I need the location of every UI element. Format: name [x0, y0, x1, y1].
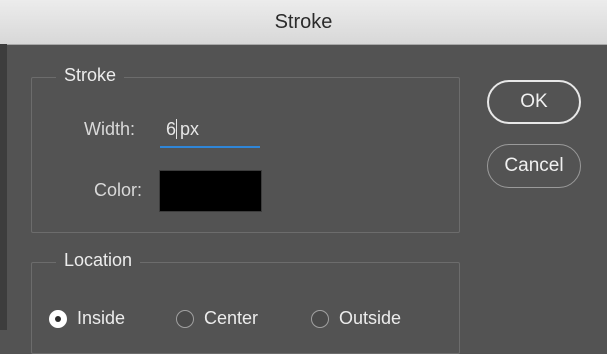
color-swatch[interactable]: [159, 170, 262, 212]
radio-center-indicator[interactable]: [176, 309, 194, 328]
color-label: Color:: [94, 180, 143, 200]
width-value: 6: [166, 118, 177, 139]
location-group-legend: Location: [56, 250, 141, 271]
radio-center[interactable]: Center: [176, 308, 258, 329]
radio-inside[interactable]: Inside: [49, 308, 125, 329]
width-unit: px: [180, 118, 200, 139]
width-input[interactable]: 6 px: [160, 112, 260, 148]
text-caret: [176, 119, 178, 139]
cancel-button[interactable]: Cancel: [487, 144, 581, 188]
ok-button[interactable]: OK: [487, 80, 581, 124]
window-edge: [0, 44, 7, 330]
window-title-bar: Stroke: [0, 0, 607, 45]
stroke-group-legend: Stroke: [56, 65, 125, 86]
radio-outside-label: Outside: [339, 308, 402, 328]
radio-outside-indicator[interactable]: [311, 309, 329, 328]
radio-inside-indicator[interactable]: [49, 309, 67, 328]
radio-outside[interactable]: Outside: [311, 308, 401, 329]
radio-inside-label: Inside: [77, 308, 126, 328]
width-label: Width:: [84, 119, 136, 139]
radio-center-label: Center: [204, 308, 259, 328]
window-title: Stroke: [274, 10, 333, 33]
stroke-group: Stroke Width: 6 px Color:: [31, 65, 460, 233]
